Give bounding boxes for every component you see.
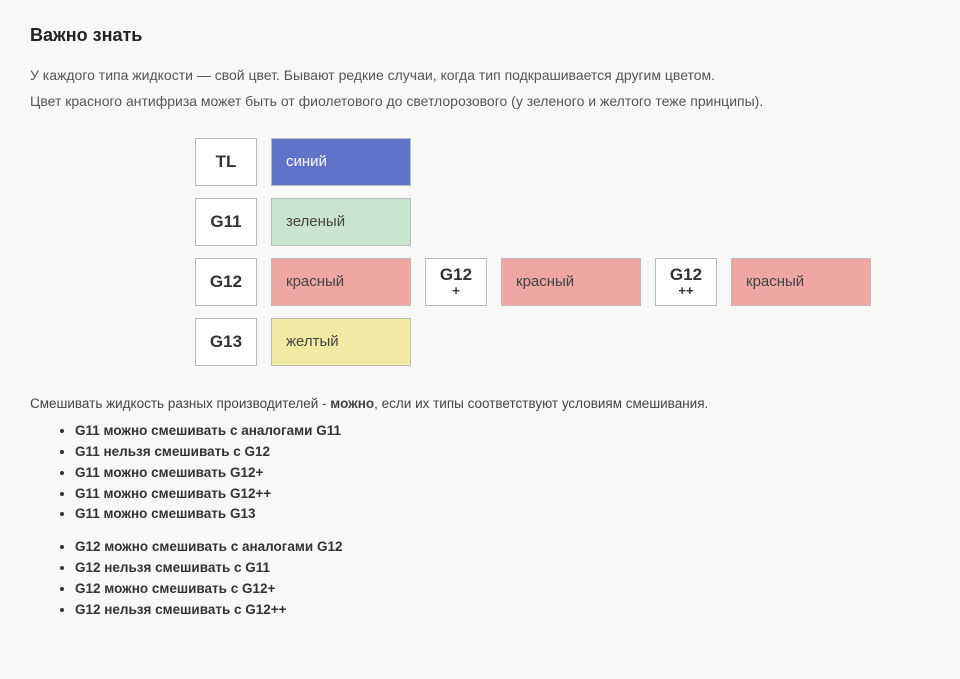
type-code-tl: TL — [195, 138, 257, 186]
code-sub: + — [452, 284, 460, 297]
type-code-g13: G13 — [195, 318, 257, 366]
type-code-g12: G12 — [195, 258, 257, 306]
table-row: G12 красный G12 + красный G12 ++ красный — [195, 258, 930, 306]
type-code-g12-plus: G12 + — [425, 258, 487, 306]
intro-line-1: У каждого типа жидкости — свой цвет. Быв… — [30, 64, 930, 86]
code-main: G12 — [670, 266, 702, 283]
mix-bold: можно — [330, 396, 374, 411]
intro-line-2: Цвет красного антифриза может быть от фи… — [30, 90, 930, 112]
color-swatch-red: красный — [731, 258, 871, 306]
rules-list-g11: G11 можно смешивать с аналогами G11 G11 … — [30, 421, 930, 526]
mix-prefix: Смешивать жидкость разных производителей… — [30, 396, 330, 411]
type-code-g11: G11 — [195, 198, 257, 246]
list-item: G12 можно смешивать с аналогами G12 — [75, 537, 930, 558]
list-item: G12 нельзя смешивать с G12++ — [75, 600, 930, 621]
color-swatch-yellow: желтый — [271, 318, 411, 366]
mix-suffix: , если их типы соответствуют условиям см… — [374, 396, 708, 411]
color-swatch-red: красный — [271, 258, 411, 306]
list-item: G11 нельзя смешивать с G12 — [75, 442, 930, 463]
code-sub: ++ — [678, 284, 693, 297]
mixing-note: Смешивать жидкость разных производителей… — [30, 396, 930, 411]
type-code-g12-plusplus: G12 ++ — [655, 258, 717, 306]
table-row: TL синий — [195, 138, 930, 186]
list-item: G11 можно смешивать G12++ — [75, 484, 930, 505]
list-item: G11 можно смешивать G12+ — [75, 463, 930, 484]
table-row: G11 зеленый — [195, 198, 930, 246]
color-swatch-red: красный — [501, 258, 641, 306]
color-swatch-blue: синий — [271, 138, 411, 186]
table-row: G13 желтый — [195, 318, 930, 366]
list-item: G11 можно смешивать с аналогами G11 — [75, 421, 930, 442]
section-heading: Важно знать — [30, 25, 930, 46]
list-item: G11 можно смешивать G13 — [75, 504, 930, 525]
code-main: G12 — [440, 266, 472, 283]
rules-list-g12: G12 можно смешивать с аналогами G12 G12 … — [30, 537, 930, 621]
color-swatch-green: зеленый — [271, 198, 411, 246]
list-item: G12 нельзя смешивать с G11 — [75, 558, 930, 579]
list-item: G12 можно смешивать с G12+ — [75, 579, 930, 600]
color-table: TL синий G11 зеленый G12 красный G12 + к… — [195, 138, 930, 366]
